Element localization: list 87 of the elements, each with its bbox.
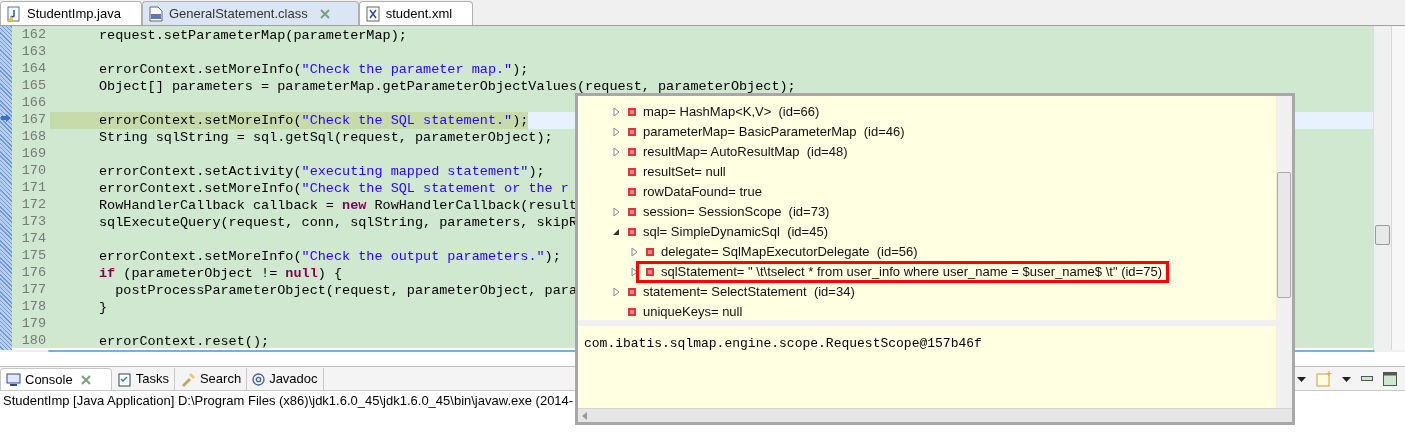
variable-label[interactable]: session= SessionScope (id=73) <box>643 202 830 222</box>
line-number: 171 <box>21 179 46 198</box>
field-icon <box>627 307 637 317</box>
field-icon <box>627 127 637 137</box>
maximize-icon[interactable] <box>1383 372 1397 386</box>
line-number: 174 <box>21 230 46 249</box>
detail-text: com.ibatis.sqlmap.engine.scope.RequestScope@157b46f <box>584 336 982 351</box>
field-icon <box>627 187 637 197</box>
line-number: 178 <box>21 298 46 317</box>
vertical-scrollbar[interactable] <box>1276 96 1292 320</box>
field-icon <box>627 167 637 177</box>
monitor-icon <box>6 372 21 387</box>
variable-label[interactable]: map= HashMap<K,V> (id=66) <box>643 102 820 122</box>
vertical-scrollbar[interactable] <box>1276 326 1292 408</box>
java-file-icon <box>7 5 21 22</box>
line-number: 167 <box>21 111 46 130</box>
collapsed-triangle-icon[interactable] <box>630 267 638 277</box>
code-line: errorContext.setMoreInfo("Check the SQL statement or the r <box>99 181 569 196</box>
new-window-icon[interactable] <box>1316 371 1332 387</box>
xml-file-icon <box>365 5 380 22</box>
collapsed-triangle-icon[interactable] <box>612 207 620 217</box>
collapsed-triangle-icon[interactable] <box>612 287 620 297</box>
variable-label[interactable]: sqlStatement= " \t\tselect * from user_info where user_name = $user_name$ \t" (id=75) <box>661 262 1162 282</box>
field-icon <box>645 267 655 277</box>
panel-tab[interactable]: Console <box>0 368 112 390</box>
line-number: 166 <box>21 94 46 113</box>
line-number: 176 <box>21 264 46 283</box>
code-line: errorContext.setMoreInfo("Check the parameter map."); <box>99 62 529 77</box>
variable-label[interactable]: resultSet= null <box>643 162 726 182</box>
code-line: errorContext.setActivity("executing mapped statement"); <box>99 164 545 179</box>
line-number: 170 <box>21 162 46 181</box>
minimize-icon[interactable] <box>1361 376 1373 382</box>
editor-tab[interactable]: StudentImp.java <box>0 1 142 25</box>
variable-label[interactable]: resultMap= AutoResultMap (id=48) <box>643 142 848 162</box>
code-line: } <box>99 300 108 315</box>
line-number: 168 <box>21 128 46 147</box>
variable-label[interactable]: uniqueKeys= null <box>643 302 743 322</box>
collapsed-triangle-icon[interactable] <box>612 147 620 157</box>
variable-label[interactable]: parameterMap= BasicParameterMap (id=46) <box>643 122 905 142</box>
console-title: StudentImp [Java Application] D:\Program Files (x86)\jdk1.6.0_45\jdk1.6.0_45\bin\javaw.exe (2014- <box>3 391 574 410</box>
code-line: sqlExecuteQuery(request, conn, sqlString, parameters, skipR <box>99 215 577 230</box>
line-number: 164 <box>21 60 46 79</box>
clipboard-icon <box>116 371 132 387</box>
line-number: 163 <box>21 43 46 62</box>
code-line: String sqlString = sql.getSql(request, parameterObject); <box>99 130 553 145</box>
line-number: 175 <box>21 247 46 266</box>
code-line: request.setParameterMap(parameterMap); <box>99 28 407 43</box>
field-icon <box>627 147 637 157</box>
expanded-triangle-icon[interactable] <box>612 228 620 236</box>
code-line: Object[] parameters = parameterMap.getParameterObjectValues(request, parameterObject); <box>99 79 796 94</box>
collapsed-triangle-icon[interactable] <box>630 247 638 257</box>
field-icon <box>627 207 637 217</box>
line-number: 165 <box>21 77 46 96</box>
editor-tab[interactable]: student.xml <box>358 1 474 25</box>
variable-label[interactable]: delegate= SqlMapExecutorDelegate (id=56) <box>661 242 918 262</box>
code-line: errorContext.setMoreInfo("Check the SQL statement."); <box>99 113 529 128</box>
current-line-arrow-icon <box>0 113 12 124</box>
line-number: 162 <box>21 26 46 45</box>
at-sign-icon <box>252 372 266 386</box>
line-number: 172 <box>21 196 46 215</box>
variable-label[interactable]: rowDataFound= true <box>643 182 762 202</box>
close-icon[interactable] <box>80 374 91 385</box>
line-number: 169 <box>21 145 46 164</box>
code-line: errorContext.reset(); <box>99 334 270 349</box>
field-icon <box>627 227 637 237</box>
line-number: 173 <box>21 213 46 232</box>
line-number: 179 <box>21 315 46 334</box>
field-icon <box>627 287 637 297</box>
editor-tab[interactable]: GeneralStatement.class <box>141 1 359 25</box>
code-line: errorContext.setMoreInfo("Check the output parameters."); <box>99 249 561 264</box>
variable-label[interactable]: sql= SimpleDynamicSql (id=45) <box>643 222 828 242</box>
close-icon[interactable] <box>319 8 330 19</box>
line-number: 180 <box>21 332 46 351</box>
vertical-scrollbar[interactable] <box>1373 26 1391 350</box>
dropdown-arrow-icon[interactable] <box>1342 376 1351 382</box>
code-line: RowHandlerCallback callback = new RowHandlerCallback(result <box>99 198 577 213</box>
line-number: 177 <box>21 281 46 300</box>
horizontal-scrollbar[interactable] <box>578 408 1292 422</box>
binary-file-icon <box>148 5 163 22</box>
collapsed-triangle-icon[interactable] <box>612 107 620 117</box>
variable-label[interactable]: statement= SelectStatement (id=34) <box>643 282 855 302</box>
collapsed-triangle-icon[interactable] <box>612 127 620 137</box>
field-icon <box>645 247 655 257</box>
left-arrow-icon[interactable] <box>582 411 587 420</box>
code-line: if (parameterObject != null) { <box>99 266 343 281</box>
field-icon <box>627 107 637 117</box>
dropdown-arrow-icon[interactable] <box>1297 376 1306 382</box>
